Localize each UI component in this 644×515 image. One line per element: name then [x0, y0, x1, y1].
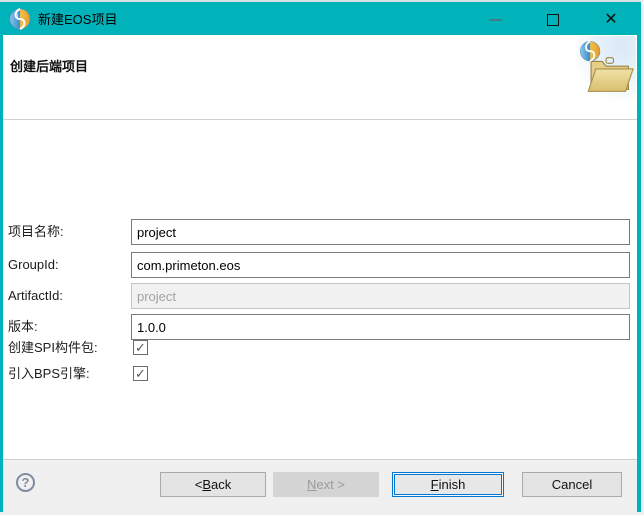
label-import-bps-engine: 引入BPS引擎: — [8, 365, 90, 383]
button-label: inish — [439, 477, 466, 492]
new-project-folder-icon — [576, 36, 636, 100]
help-button[interactable]: ? — [16, 473, 35, 492]
wizard-banner: 创建后端项目 — [3, 35, 637, 120]
checkmark-icon: ✓ — [135, 367, 146, 380]
banner-title: 创建后端项目 — [10, 56, 88, 75]
back-button[interactable]: < Back — [160, 472, 266, 497]
label-group-id: GroupId: — [8, 252, 59, 278]
close-button[interactable]: ✕ — [603, 12, 619, 28]
button-label: < — [195, 477, 203, 492]
maximize-icon — [547, 14, 559, 26]
import-bps-engine-checkbox[interactable]: ✓ — [133, 366, 148, 381]
button-label: ack — [211, 477, 231, 492]
create-spi-package-checkbox[interactable]: ✓ — [133, 340, 148, 355]
label-version: 版本: — [8, 314, 38, 340]
maximize-button[interactable] — [545, 12, 561, 28]
window-title: 新建EOS项目 — [38, 9, 117, 28]
button-mnemonic: F — [431, 477, 439, 492]
label-project-name: 项目名称: — [8, 219, 64, 245]
titlebar: 新建EOS项目 ✕ — [0, 0, 641, 35]
label-create-spi-package: 创建SPI构件包: — [8, 339, 98, 357]
button-label: ext > — [316, 477, 345, 492]
finish-button[interactable]: Finish — [392, 472, 504, 497]
cancel-button[interactable]: Cancel — [522, 472, 622, 497]
next-button: Next > — [273, 472, 379, 497]
project-name-input[interactable] — [131, 219, 630, 245]
button-mnemonic: N — [307, 477, 316, 492]
minimize-button[interactable] — [487, 12, 503, 28]
group-id-input[interactable] — [131, 252, 630, 278]
button-bar: ? < Back Next > Finish Cancel — [3, 459, 637, 512]
label-artifact-id: ArtifactId: — [8, 283, 63, 309]
dialog-window: 新建EOS项目 ✕ 创建后端项目 — [0, 0, 641, 512]
minimize-icon — [489, 19, 502, 21]
button-mnemonic: B — [202, 477, 211, 492]
artifact-id-input — [131, 283, 630, 309]
button-label: Cancel — [552, 477, 592, 492]
eos-logo-icon — [9, 8, 31, 30]
dialog-body: 创建后端项目 — [0, 35, 641, 512]
window-controls: ✕ — [487, 2, 619, 37]
close-icon: ✕ — [604, 12, 617, 28]
help-icon: ? — [22, 475, 30, 490]
version-input[interactable] — [131, 314, 630, 340]
checkmark-icon: ✓ — [135, 341, 146, 354]
form-area: 项目名称: GroupId: ArtifactId: 版本: 创建SPI构件包:… — [3, 120, 637, 459]
